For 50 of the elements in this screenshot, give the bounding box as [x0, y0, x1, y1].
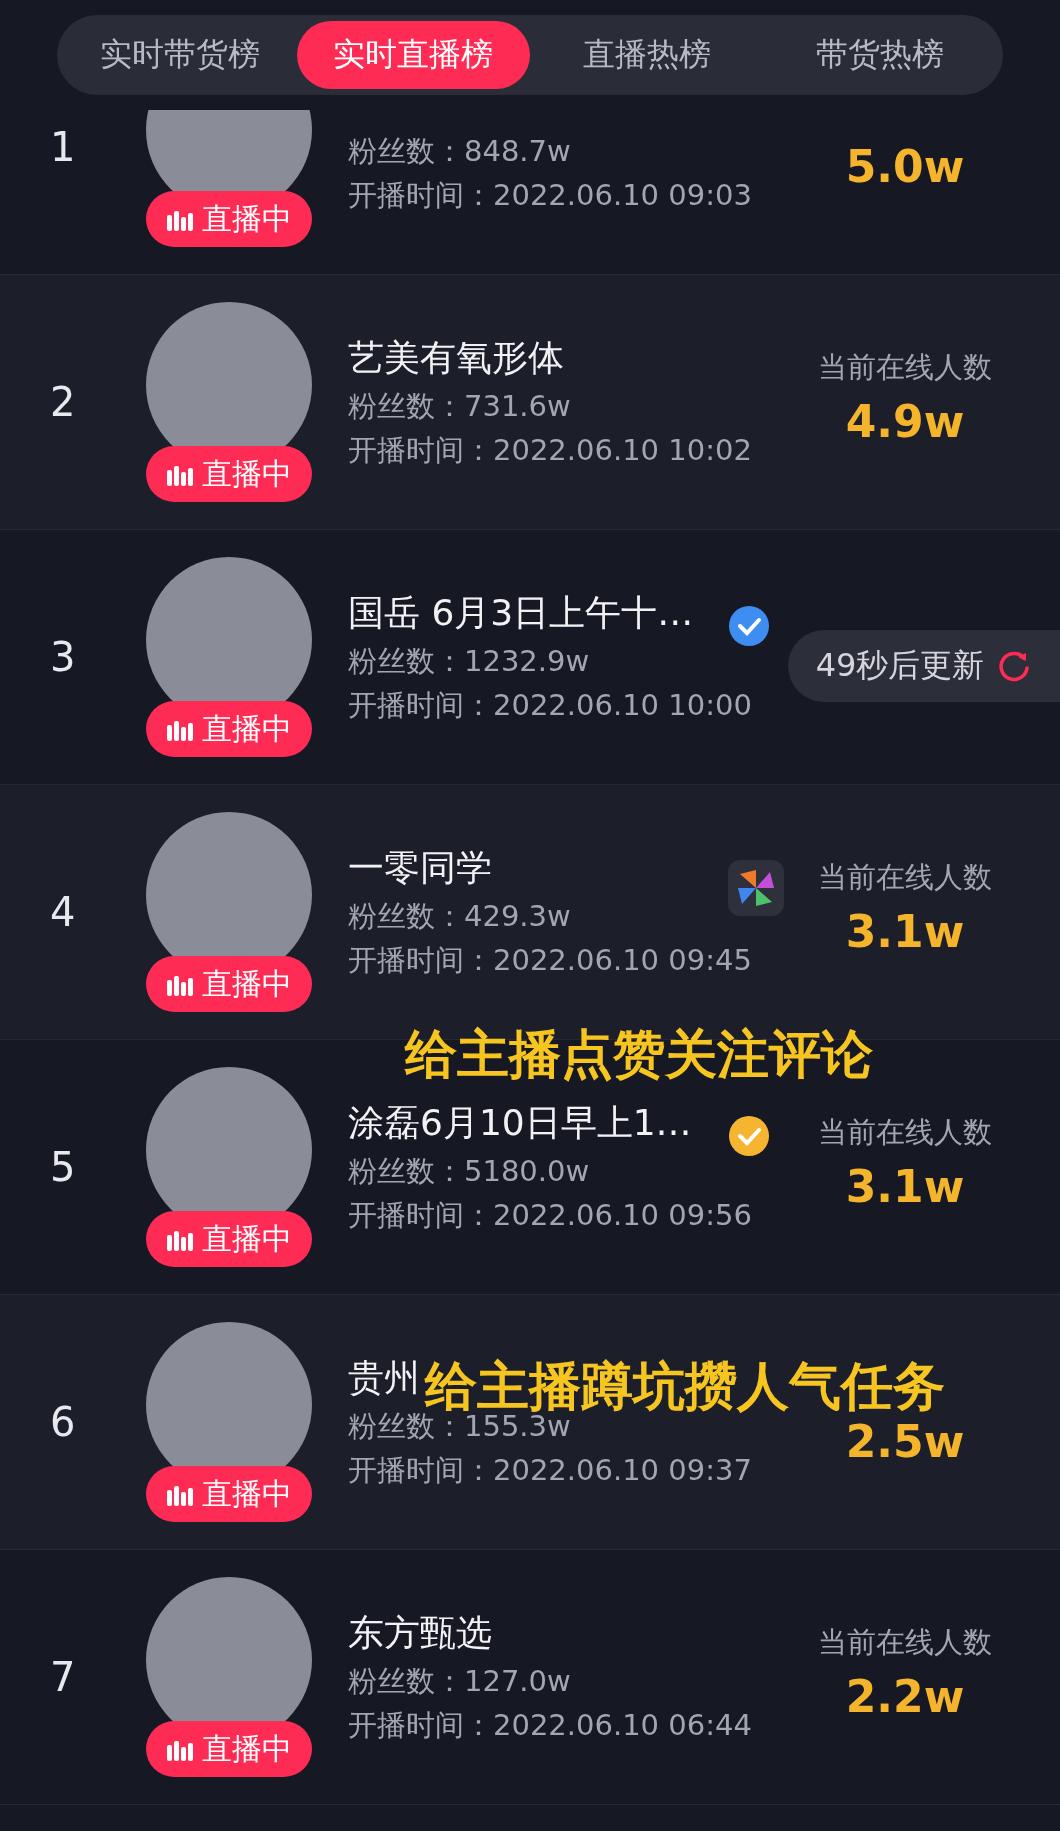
tab[interactable]: 带货热榜 — [763, 21, 997, 89]
online-viewers-value: 4.9w — [845, 396, 965, 447]
tab[interactable]: 直播热榜 — [530, 21, 764, 89]
overlay-caption: 给主播点赞关注评论 — [405, 1028, 873, 1080]
online-viewers-label: 当前在线人数 — [818, 350, 992, 384]
fans-count: 粉丝数：731.6w — [348, 388, 572, 425]
live-label: 直播中 — [202, 964, 292, 1003]
rank-number: 7 — [50, 1654, 77, 1700]
start-time: 开播时间：2022.06.10 09:37 — [348, 1452, 753, 1489]
online-viewers-label: 当前在线人数 — [818, 1115, 992, 1149]
rank-number: 2 — [50, 379, 77, 425]
rank-number: 3 — [50, 634, 77, 680]
live-label: 直播中 — [202, 199, 292, 238]
start-time: 开播时间：2022.06.10 09:45 — [348, 942, 753, 979]
fans-count: 粉丝数：848.7w — [348, 133, 572, 170]
rank-number: 1 — [50, 124, 77, 170]
ranking-row[interactable]: 1 直播中 粉丝数：848.7w 开播时间：2022.06.10 09:03 5.0w — [0, 110, 1060, 275]
streamer-name[interactable]: 贵州 — [348, 1353, 420, 1403]
rank-number: 5 — [50, 1144, 77, 1190]
live-label: 直播中 — [202, 1474, 292, 1513]
live-label: 直播中 — [202, 454, 292, 493]
live-label: 直播中 — [202, 1219, 292, 1258]
start-time: 开播时间：2022.06.10 10:02 — [348, 432, 753, 469]
start-time: 开播时间：2022.06.10 10:00 — [348, 687, 753, 724]
start-time: 开播时间：2022.06.10 09:56 — [348, 1197, 753, 1234]
online-viewers-value: 3.1w — [845, 1161, 965, 1212]
streamer-name[interactable]: 一零同学 — [348, 843, 492, 893]
live-label: 直播中 — [202, 1729, 292, 1768]
live-label: 直播中 — [202, 709, 292, 748]
streamer-name[interactable]: 国岳 6月3日上午十… — [348, 588, 694, 638]
fans-count: 粉丝数：429.3w — [348, 898, 572, 935]
fans-count: 粉丝数：5180.0w — [348, 1153, 591, 1190]
online-viewers-value: 2.5w — [845, 1416, 965, 1467]
start-time: 开播时间：2022.06.10 06:44 — [348, 1707, 753, 1744]
streamer-name[interactable]: 涂磊6月10日早上1… — [348, 1098, 692, 1148]
fans-count: 粉丝数：1232.9w — [348, 643, 591, 680]
fans-count: 粉丝数：127.0w — [348, 1663, 572, 1700]
online-viewers-label: 当前在线人数 — [818, 1625, 992, 1659]
online-viewers-value: 2.2w — [845, 1671, 965, 1722]
rank-number: 6 — [50, 1399, 77, 1445]
rank-number: 4 — [50, 889, 77, 935]
tab[interactable]: 实时直播榜 — [296, 21, 530, 89]
tab[interactable]: 实时带货榜 — [63, 21, 297, 89]
online-viewers-label: 当前在线人数 — [818, 860, 992, 894]
start-time: 开播时间：2022.06.10 09:03 — [348, 177, 753, 214]
streamer-name[interactable]: 东方甄选 — [348, 1608, 492, 1658]
online-viewers-value: 3.1w — [845, 906, 965, 957]
online-viewers-value: 5.0w — [845, 141, 965, 192]
update-toast[interactable]: 49秒后更新 — [788, 630, 1060, 702]
streamer-name[interactable]: 艺美有氧形体 — [348, 333, 564, 383]
